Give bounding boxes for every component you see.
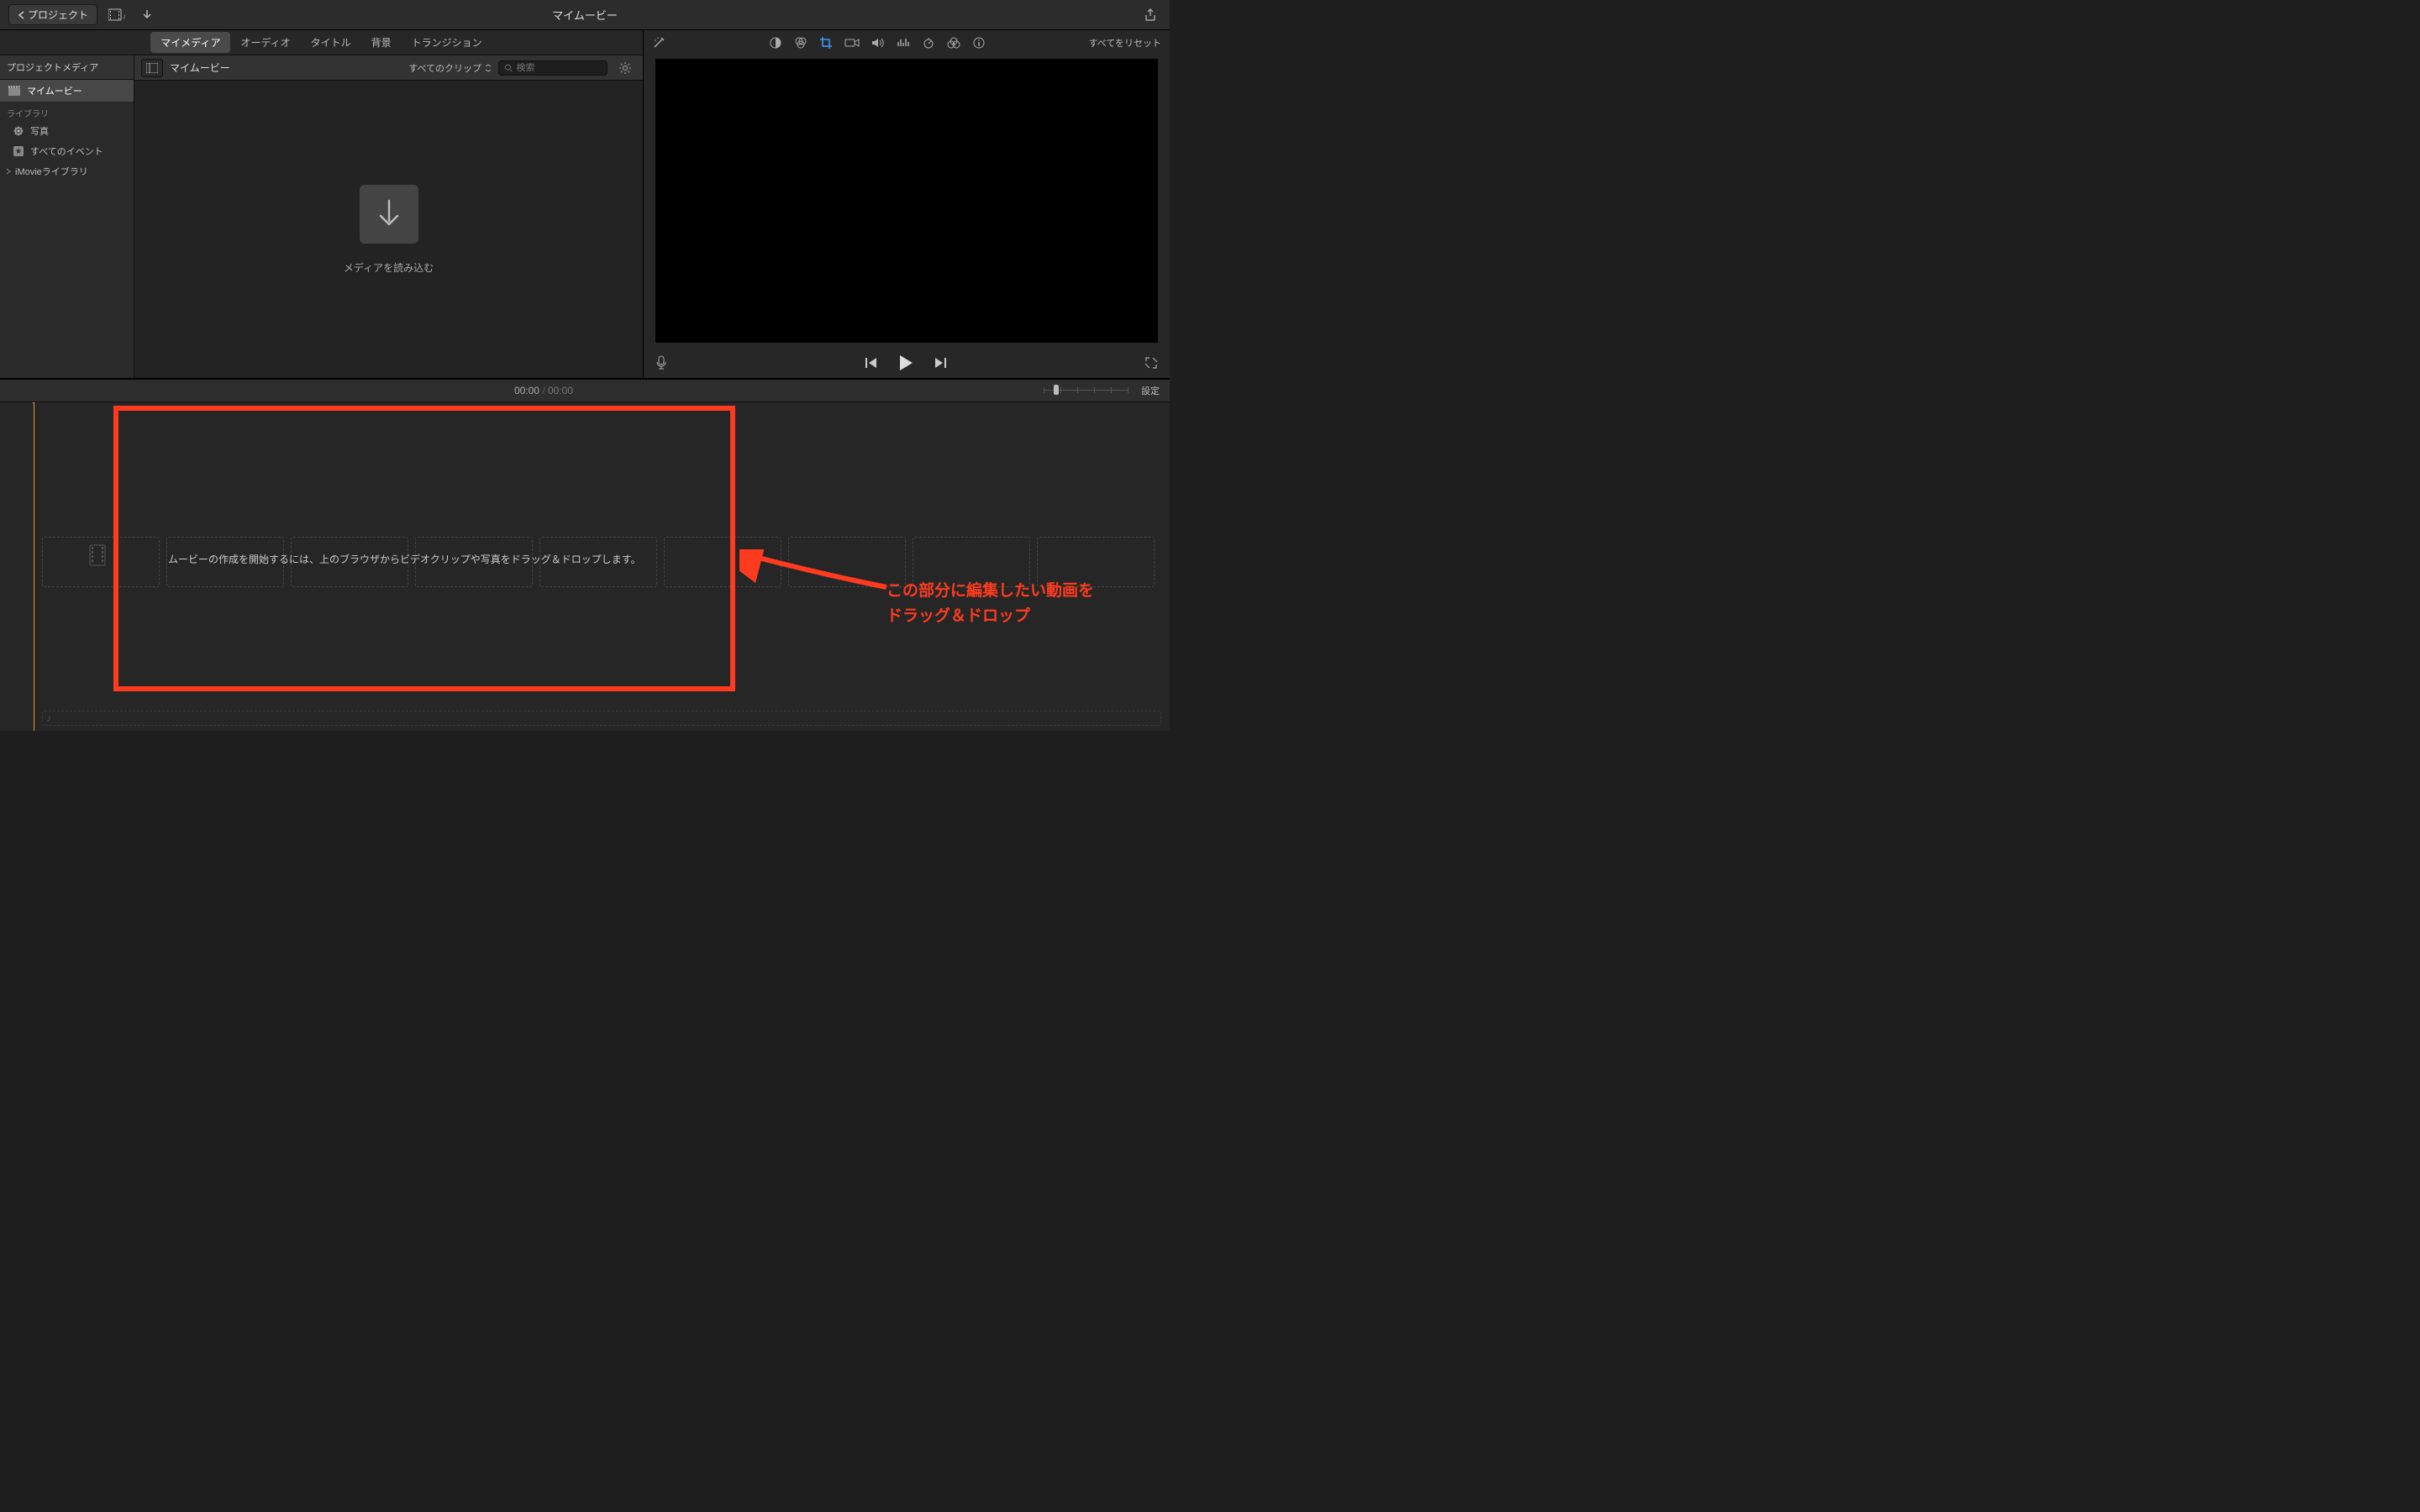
sidebar-header-library: ライブラリ [0, 102, 134, 121]
tab-my-media[interactable]: マイメディア [150, 32, 230, 53]
timeline-header: 00:00 / 00:00 設定 [0, 379, 1170, 402]
voiceover-button[interactable] [655, 355, 667, 370]
enhance-button[interactable] [652, 36, 666, 50]
time-current: 00:00 [514, 385, 539, 396]
playhead-marker-icon [29, 402, 38, 404]
sidebar-header-project-media: プロジェクトメディア [0, 55, 134, 80]
tab-backgrounds[interactable]: 背景 [361, 32, 402, 53]
browser-settings-button[interactable] [614, 59, 636, 77]
color-balance-button[interactable] [769, 36, 782, 50]
arrow-down-icon [375, 197, 403, 231]
fullscreen-button[interactable] [1144, 356, 1158, 370]
next-button[interactable] [934, 357, 947, 369]
clip-filter-dropdown[interactable]: すべてのクリップ [408, 61, 492, 75]
film-icon [88, 543, 107, 567]
sidebar-toggle-button[interactable] [141, 59, 163, 77]
share-button[interactable] [1139, 6, 1161, 24]
clip-placeholder [664, 537, 781, 587]
reset-all-button[interactable]: すべてをリセット [1088, 36, 1161, 50]
chevron-right-icon [5, 168, 12, 175]
timeline[interactable]: ムービーの作成を開始するには、上のブラウザからビデオクリップや写真をドラッグ＆ド… [0, 402, 1170, 731]
media-tabs: マイメディア オーディオ タイトル 背景 トランジション [0, 30, 643, 55]
search-input[interactable] [517, 63, 602, 73]
sidebar-item-photos[interactable]: 写真 [0, 121, 134, 141]
prev-button[interactable] [865, 357, 878, 369]
speed-button[interactable] [922, 36, 935, 50]
media-browser: マイムービー すべてのクリップ [134, 55, 643, 378]
media-title: マイムービー [170, 60, 230, 75]
search-icon [504, 63, 513, 73]
sidebar-item-label: 写真 [30, 124, 49, 138]
tab-audio[interactable]: オーディオ [230, 32, 300, 53]
color-correction-button[interactable] [794, 36, 808, 50]
search-field[interactable] [498, 60, 608, 76]
svg-text:♪: ♪ [123, 13, 125, 20]
stabilization-button[interactable] [844, 37, 860, 49]
window-title: マイムービー [392, 7, 776, 23]
play-button[interactable] [898, 354, 913, 371]
flower-icon [13, 126, 24, 136]
tab-titles[interactable]: タイトル [301, 32, 361, 53]
import-label: メディアを読み込む [344, 260, 434, 275]
annotation-text: この部分に編集したい動画を ドラッグ＆ドロップ [886, 579, 1094, 630]
star-icon [13, 146, 24, 156]
sidebar-item-label: iMovieライブラリ [15, 165, 88, 178]
tab-transitions[interactable]: トランジション [402, 32, 492, 53]
import-button[interactable] [136, 6, 158, 24]
sidebar-item-all-events[interactable]: すべてのイベント [0, 141, 134, 161]
back-to-projects-button[interactable]: プロジェクト [8, 4, 97, 25]
sidebar: プロジェクトメディア マイムービー ライブラリ 写真 [0, 55, 134, 378]
import-media-dropzone[interactable] [360, 185, 418, 244]
sidebar-item-label: すべてのイベント [30, 144, 103, 158]
clip-filter-button[interactable] [947, 37, 960, 49]
time-total: 00:00 [548, 385, 573, 396]
info-button[interactable] [972, 36, 986, 50]
sidebar-item-label: マイムービー [27, 84, 82, 97]
media-library-button[interactable]: ♪ [106, 6, 128, 24]
audio-track-placeholder [42, 711, 1161, 726]
timeline-drop-hint: ムービーの作成を開始するには、上のブラウザからビデオクリップや写真をドラッグ＆ド… [168, 552, 641, 566]
inspector-bar: すべてをリセット [644, 30, 1170, 55]
video-viewer[interactable] [655, 59, 1158, 343]
playback-bar [644, 348, 1170, 378]
zoom-slider[interactable] [1044, 386, 1128, 395]
sidebar-item-imovie-library[interactable]: iMovieライブラリ [0, 161, 134, 181]
crop-button[interactable] [819, 36, 833, 50]
music-note-icon: ♪ [46, 712, 51, 724]
viewer-panel: すべてをリセット [643, 30, 1170, 378]
top-toolbar: プロジェクト ♪ マイムービー [0, 0, 1170, 30]
volume-button[interactable] [871, 37, 885, 49]
timeline-settings-button[interactable]: 設定 [1141, 384, 1160, 397]
back-label: プロジェクト [28, 8, 88, 22]
upper-area: マイメディア オーディオ タイトル 背景 トランジション プロジェクトメディア … [0, 30, 1170, 379]
sidebar-item-my-movie[interactable]: マイムービー [0, 80, 134, 102]
noise-reduction-button[interactable] [897, 37, 910, 49]
clapperboard-icon [8, 86, 20, 96]
